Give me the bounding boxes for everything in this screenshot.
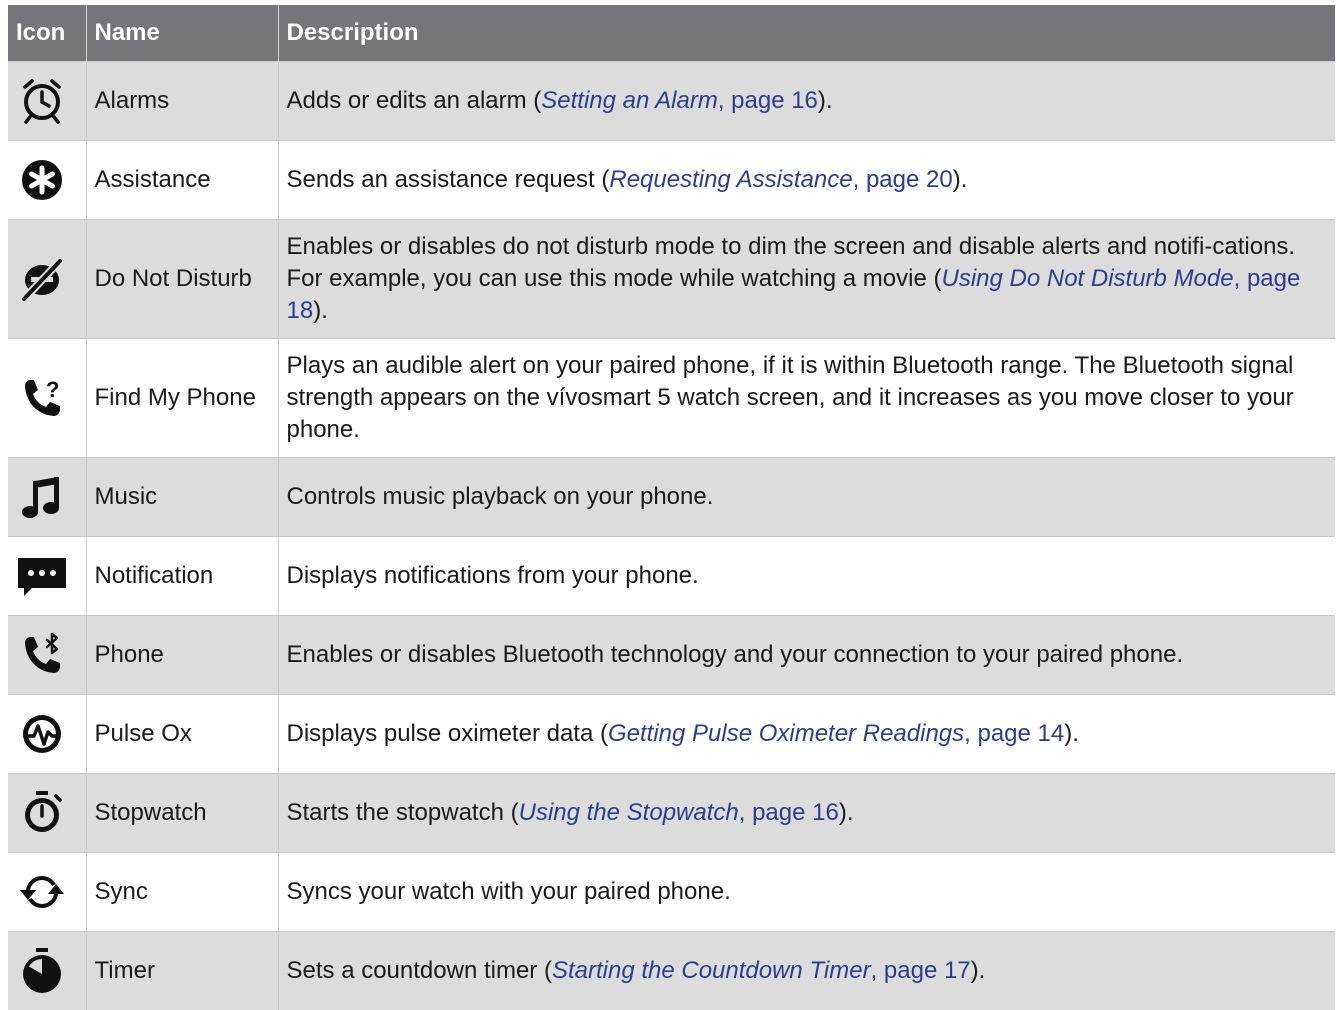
row-name: Music [85,456,278,536]
icons-table: Icon Name Description Alarms Adds or edi… [8,5,1335,1010]
cross-reference-link[interactable]: Requesting Assistance, page 20 [609,166,952,193]
row-name: Do Not Disturb [85,218,278,338]
table-row: ? Find My Phone Plays an audible alert o… [8,337,1335,457]
header-icon: Icon [8,5,86,61]
table-row: Notification Displays notifications from… [8,535,1335,615]
sync-icon [20,875,64,908]
row-description: Sends an assistance request (Requesting … [277,139,1335,219]
phone-bluetooth-icon [25,632,60,673]
pulse-ox-icon [23,714,61,753]
chat-bubble-icon [18,557,66,596]
row-name: Alarms [85,60,278,140]
row-description: Controls music playback on your phone. [277,456,1335,536]
alarm-clock-icon [23,78,61,124]
table-row: Do Not Disturb Enables or disables do no… [8,218,1335,338]
row-name: Notification [85,535,278,615]
header-name: Name [85,5,278,61]
row-name: Pulse Ox [85,693,278,773]
row-description: Starts the stopwatch (Using the Stopwatc… [277,772,1335,852]
row-name: Timer [85,930,278,1010]
table-row: Pulse Ox Displays pulse oximeter data (G… [8,693,1335,773]
row-description: Plays an audible alert on your paired ph… [277,337,1335,457]
row-description: Displays pulse oximeter data (Getting Pu… [277,693,1335,773]
svg-text:?: ? [46,377,59,402]
stopwatch-icon [25,790,62,832]
row-description: Enables or disables Bluetooth technology… [277,614,1335,694]
row-name: Assistance [85,139,278,219]
header-description: Description [277,5,1335,61]
table-row: Alarms Adds or edits an alarm (Setting a… [8,60,1335,140]
row-description: Syncs your watch with your paired phone. [277,851,1335,931]
asterisk-circle-icon [22,159,62,200]
table-row: Music Controls music playback on your ph… [8,456,1335,536]
table-row: Timer Sets a countdown timer (Starting t… [8,930,1335,1010]
timer-icon [23,947,61,993]
table-header-row: Icon Name Description [8,5,1335,61]
music-note-icon [22,476,59,518]
cross-reference-link[interactable]: Getting Pulse Oximeter Readings, page 14 [608,720,1064,747]
row-description: Enables or disables do not disturb mode … [277,218,1335,338]
table-row: Sync Syncs your watch with your paired p… [8,851,1335,931]
do-not-disturb-icon [20,256,64,303]
cross-reference-link[interactable]: Starting the Countdown Timer, page 17 [552,957,971,984]
row-name: Phone [85,614,278,694]
table-row: Assistance Sends an assistance request (… [8,139,1335,219]
phone-question-icon: ? [25,377,60,416]
row-description: Sets a countdown timer (Starting the Cou… [277,930,1335,1010]
row-name: Stopwatch [85,772,278,852]
row-name: Sync [85,851,278,931]
row-description: Displays notifications from your phone. [277,535,1335,615]
cross-reference-link[interactable]: Setting an Alarm, page 16 [541,87,818,114]
row-description: Adds or edits an alarm (Setting an Alarm… [277,60,1335,140]
table-row: Phone Enables or disables Bluetooth tech… [8,614,1335,694]
cross-reference-link[interactable]: Using the Stopwatch, page 16 [519,799,839,826]
row-name: Find My Phone [85,337,278,457]
table-row: Stopwatch Starts the stopwatch (Using th… [8,772,1335,852]
